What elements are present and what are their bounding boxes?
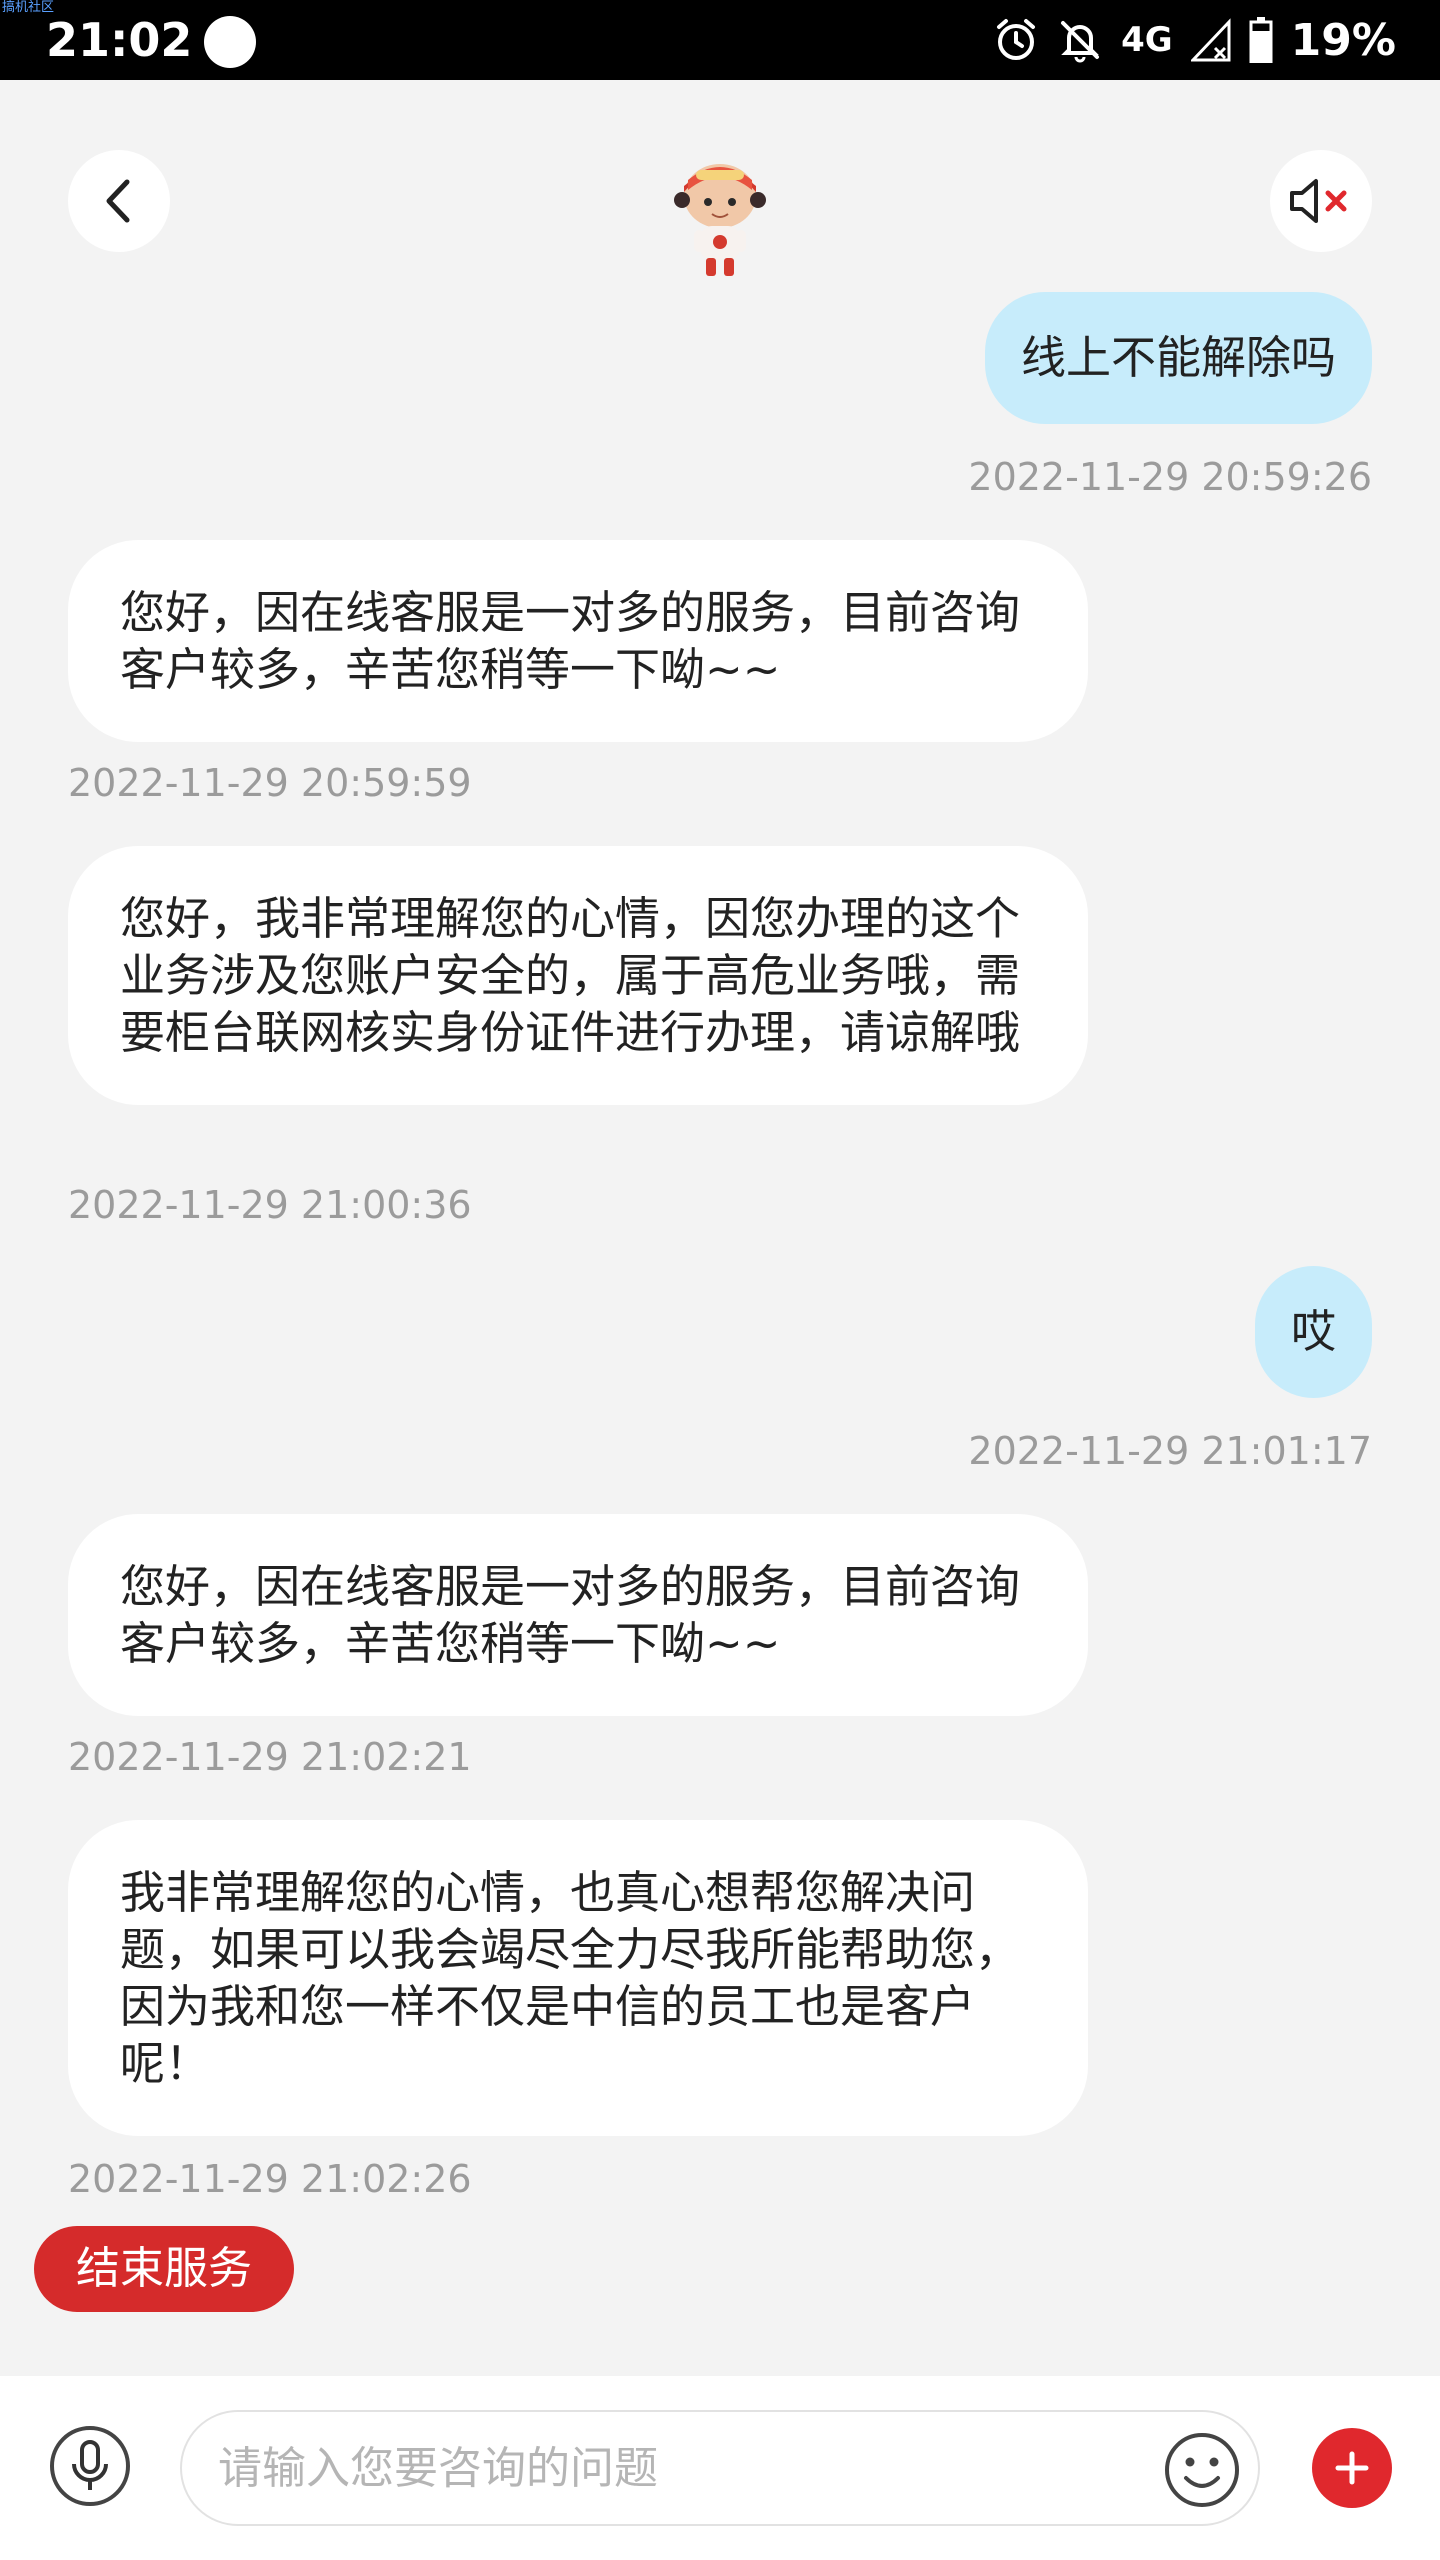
speaker-muted-icon xyxy=(1290,179,1347,223)
status-icons: 4G 19% xyxy=(993,12,1396,68)
message-timestamp: 2022-11-29 20:59:26 xyxy=(968,455,1372,499)
question-input-container xyxy=(180,2410,1260,2526)
add-button[interactable] xyxy=(1312,2428,1392,2508)
emoji-icon[interactable] xyxy=(1162,2430,1242,2510)
agent-message-bubble: 您好，我非常理解您的心情，因您办理的这个业务涉及您账户安全的，属于高危业务哦，需… xyxy=(68,846,1088,1105)
signal-icon xyxy=(1190,18,1231,62)
back-button[interactable] xyxy=(68,150,170,252)
microphone-icon xyxy=(72,2440,108,2490)
input-bar xyxy=(0,2376,1440,2560)
agent-message-bubble: 您好，因在线客服是一对多的服务，目前咨询客户较多，辛苦您稍等一下呦~~ xyxy=(68,1514,1088,1716)
chevron-left-icon xyxy=(106,179,130,223)
message-timestamp: 2022-11-29 21:02:21 xyxy=(68,1735,472,1779)
agent-message-bubble: 我非常理解您的心情，也真心想帮您解决问题，如果可以我会竭尽全力尽我所能帮助您，因… xyxy=(68,1820,1088,2136)
mascot-avatar-icon xyxy=(674,164,766,276)
status-bar: 搞机社区 21:02 4G 19% xyxy=(0,0,1440,80)
battery-icon xyxy=(1249,17,1273,63)
message-timestamp: 2022-11-29 21:00:36 xyxy=(68,1183,472,1227)
alarm-clock-icon xyxy=(997,19,1036,60)
voice-input-button[interactable] xyxy=(50,2426,130,2506)
plus-icon xyxy=(1335,2451,1369,2485)
message-timestamp: 2022-11-29 21:01:17 xyxy=(968,1429,1372,1473)
network-type: 4G xyxy=(1121,20,1173,60)
battery-percent: 19% xyxy=(1290,14,1396,66)
bell-off-icon xyxy=(1061,21,1100,63)
notification-dot-icon xyxy=(204,16,256,68)
chat-header xyxy=(0,80,1440,320)
message-timestamp: 2022-11-29 21:02:26 xyxy=(68,2157,472,2201)
message-timestamp: 2022-11-29 20:59:59 xyxy=(68,761,472,805)
agent-message-bubble: 您好，因在线客服是一对多的服务，目前咨询客户较多，辛苦您稍等一下呦~~ xyxy=(68,540,1088,742)
status-time: 21:02 xyxy=(46,13,193,67)
question-input[interactable] xyxy=(218,2412,1118,2524)
end-service-button[interactable]: 结束服务 xyxy=(34,2226,294,2312)
user-message-bubble: 哎 xyxy=(1254,1266,1372,1398)
mute-button[interactable] xyxy=(1270,150,1372,252)
user-message-bubble: 线上不能解除吗 xyxy=(984,292,1372,424)
